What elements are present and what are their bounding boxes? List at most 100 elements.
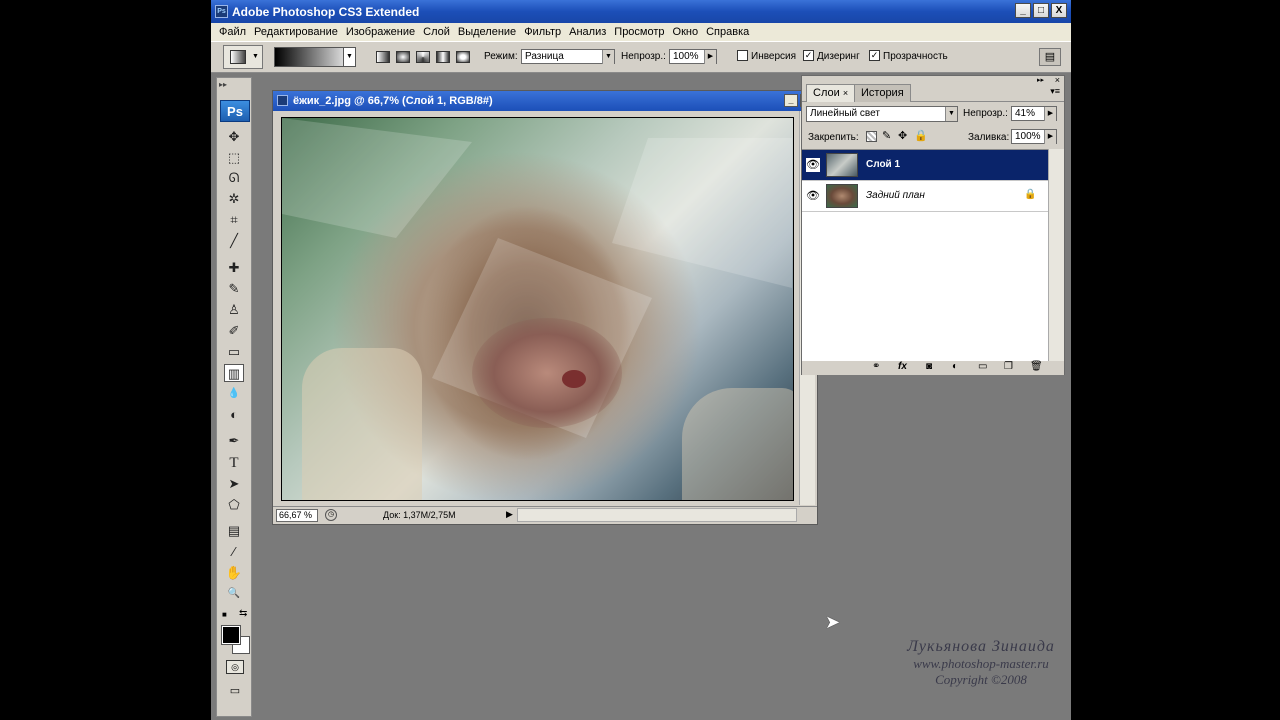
transparency-checkbox[interactable]: ✓ (869, 50, 880, 61)
author-url: www.photoshop-master.ru (913, 656, 1049, 671)
dodge-tool-icon[interactable]: ◐ (224, 406, 244, 424)
foreground-color-swatch[interactable] (221, 625, 241, 645)
eraser-tool-icon[interactable]: ▭ (224, 343, 244, 361)
tool-preset-picker[interactable]: ▼ (223, 45, 263, 69)
visibility-eye-icon[interactable]: 👁 (806, 189, 820, 203)
lock-label: Закрепить: (808, 132, 859, 143)
mode-select[interactable]: Разница ▼ (521, 49, 615, 64)
lock-position-icon[interactable]: ✥ (898, 129, 907, 142)
brush-tool-icon[interactable]: ✎ (224, 280, 244, 298)
layer-row-layer1[interactable]: 👁 Слой 1 (802, 150, 1048, 181)
lock-transparency-icon[interactable] (866, 131, 877, 142)
radial-gradient-button[interactable] (396, 51, 410, 63)
lock-pixels-icon[interactable]: ✎ (882, 129, 891, 142)
menu-layer[interactable]: Слой (419, 26, 454, 38)
default-colors-icon[interactable]: ■ (222, 610, 227, 619)
layers-scrollbar[interactable] (1048, 149, 1064, 361)
fx-icon[interactable]: fx (898, 361, 907, 372)
palette-well-icon[interactable]: ▤ (1039, 48, 1061, 66)
lock-all-icon[interactable]: 🔒 (914, 129, 928, 142)
pen-tool-icon[interactable]: ✒ (224, 432, 244, 450)
close-button[interactable]: X (1051, 3, 1067, 18)
dither-label: Дизеринг (817, 51, 860, 62)
add-mask-icon[interactable]: ◙ (926, 361, 932, 372)
invert-label: Инверсия (751, 51, 797, 62)
document-title-bar[interactable]: ёжик_2.jpg @ 66,7% (Слой 1, RGB/8#) _ □ (273, 91, 817, 111)
adjustment-layer-icon[interactable]: ◐ (952, 361, 958, 372)
blend-mode-value: Линейный свет (810, 108, 880, 119)
toolbox-grip[interactable]: ▸▸ (219, 80, 227, 89)
tab-layers[interactable]: Слои × (806, 84, 856, 102)
tab-layers-label: Слои (813, 87, 840, 99)
menu-analysis[interactable]: Анализ (565, 26, 610, 38)
diamond-gradient-button[interactable] (456, 51, 470, 63)
history-brush-tool-icon[interactable]: ✐ (224, 322, 244, 340)
gradient-tool-icon (230, 50, 246, 64)
new-group-icon[interactable]: ▭ (978, 361, 987, 372)
zoom-level-field[interactable]: 66,67 % (276, 509, 318, 522)
move-tool-icon[interactable]: ✥ (224, 128, 244, 146)
gradient-tool-icon[interactable]: ▥ (224, 364, 244, 382)
zoom-tool-icon[interactable]: 🔍 (224, 585, 244, 603)
menu-filter[interactable]: Фильтр (520, 26, 565, 38)
lasso-tool-icon[interactable]: ᘏ (224, 169, 244, 187)
new-layer-icon[interactable]: ❐ (1004, 361, 1013, 372)
menu-select[interactable]: Выделение (454, 26, 520, 38)
screen-mode-icon[interactable]: ▭ (226, 684, 244, 698)
visibility-eye-icon[interactable]: 👁 (806, 158, 820, 172)
linear-gradient-button[interactable] (376, 51, 390, 63)
eyedropper-tool-icon[interactable]: ⁄ (224, 543, 244, 561)
chevron-right-icon: ▶ (704, 50, 716, 64)
type-tool-icon[interactable]: T (224, 454, 244, 472)
blur-tool-icon[interactable]: 💧 (224, 385, 244, 403)
photoshop-logo[interactable]: Ps (220, 100, 250, 122)
path-selection-tool-icon[interactable]: ➤ (224, 475, 244, 493)
notes-tool-icon[interactable]: ▤ (224, 522, 244, 540)
menu-file[interactable]: Файл (215, 26, 250, 38)
image-canvas[interactable] (281, 117, 794, 501)
document-minimize-button[interactable]: _ (784, 94, 798, 107)
gradient-picker[interactable]: ▼ (274, 47, 356, 67)
link-layers-icon[interactable]: ⚭ (872, 361, 880, 372)
layer-row-background[interactable]: 👁 Задний план 🔒 (802, 181, 1048, 212)
opacity-input[interactable]: 100% ▶ (669, 49, 717, 64)
status-arrow-icon[interactable]: ▶ (506, 509, 513, 520)
lock-icon: 🔒 (1024, 189, 1037, 200)
layer-name: Задний план (866, 190, 925, 201)
angle-gradient-button[interactable] (416, 51, 430, 63)
swap-colors-icon[interactable]: ⇆ (239, 608, 247, 619)
marquee-tool-icon[interactable]: ⬚ (224, 149, 244, 167)
blend-mode-select[interactable]: Линейный свет ▼ (806, 106, 958, 122)
close-icon[interactable]: × (843, 88, 848, 98)
panel-menu-icon[interactable]: ▾≡ (1050, 86, 1060, 97)
menu-view[interactable]: Просмотр (610, 26, 668, 38)
quick-mask-icon[interactable]: ◎ (226, 660, 244, 674)
menu-help[interactable]: Справка (702, 26, 753, 38)
healing-brush-tool-icon[interactable]: ✚ (224, 259, 244, 277)
hedgehog-face (472, 318, 622, 428)
document-horizontal-scrollbar[interactable] (517, 508, 797, 522)
menu-edit[interactable]: Редактирование (250, 26, 342, 38)
menu-image[interactable]: Изображение (342, 26, 419, 38)
status-menu-icon[interactable]: ◷ (325, 509, 337, 521)
magic-wand-tool-icon[interactable]: ✲ (224, 190, 244, 208)
shape-tool-icon[interactable]: ⬠ (224, 496, 244, 514)
invert-checkbox[interactable] (737, 50, 748, 61)
layer-opacity-input[interactable]: 41% ▶ (1011, 106, 1057, 121)
clone-stamp-tool-icon[interactable]: ♙ (224, 301, 244, 319)
dither-checkbox[interactable]: ✓ (803, 50, 814, 61)
window-title: Adobe Photoshop CS3 Extended (232, 4, 420, 19)
trash-icon[interactable]: 🗑 (1030, 361, 1043, 372)
menu-window[interactable]: Окно (669, 26, 703, 38)
slice-tool-icon[interactable]: ╱ (224, 232, 244, 250)
tab-history[interactable]: История (854, 84, 911, 102)
chevron-right-icon: ▶ (1044, 107, 1056, 121)
hand-tool-icon[interactable]: ✋ (224, 564, 244, 582)
maximize-button[interactable]: □ (1033, 3, 1049, 18)
crop-tool-icon[interactable]: ⌗ (224, 211, 244, 229)
fill-input[interactable]: 100% ▶ (1011, 129, 1057, 144)
minimize-button[interactable]: _ (1015, 3, 1031, 18)
fill-value: 100% (1015, 131, 1041, 142)
panel-tabs: Слои × История ▾≡ (802, 82, 1064, 102)
reflected-gradient-button[interactable] (436, 51, 450, 63)
